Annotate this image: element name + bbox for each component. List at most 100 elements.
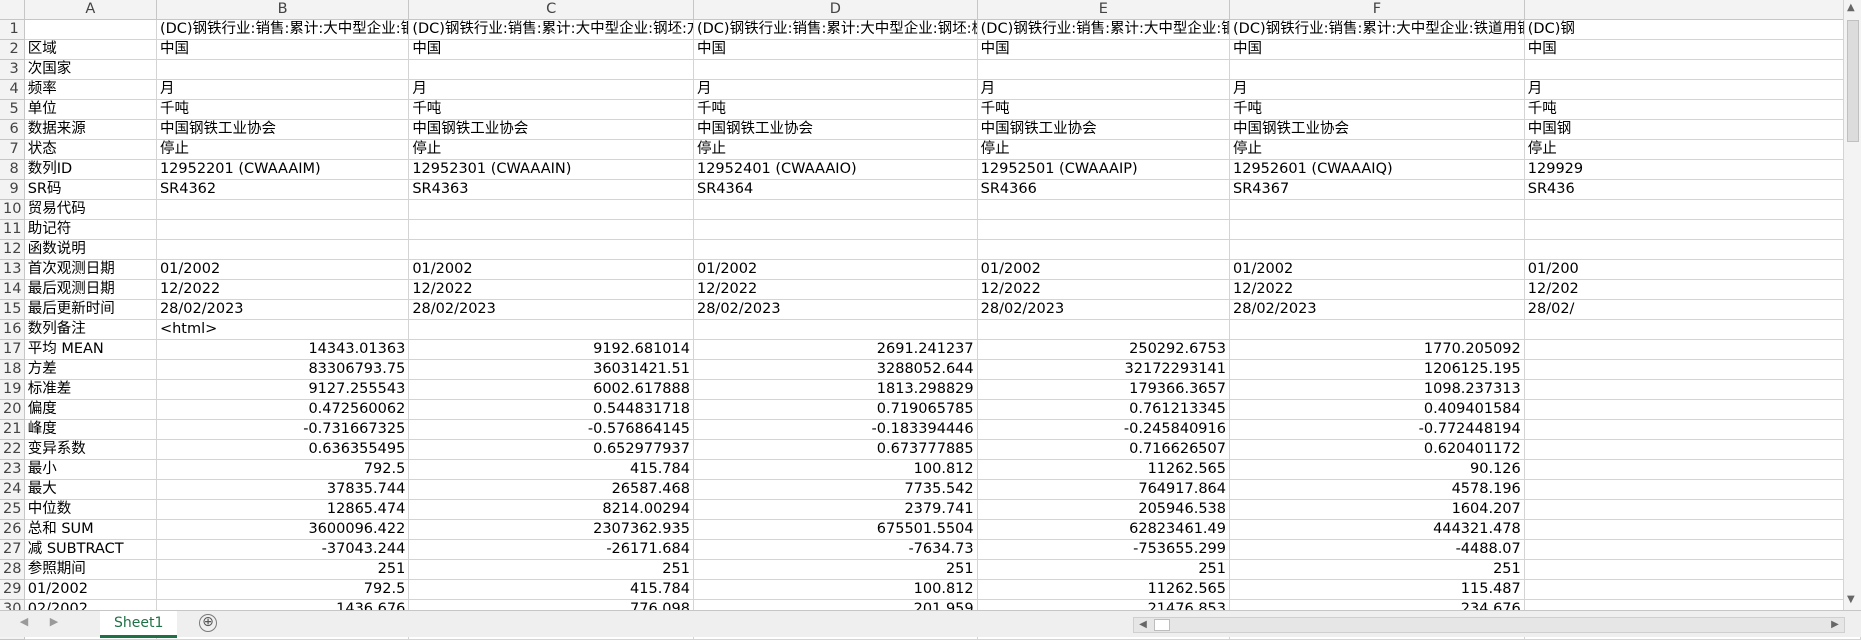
row-header[interactable]: 20	[0, 399, 25, 420]
cell-a16[interactable]: 数列备注	[24, 319, 157, 340]
cell-d16[interactable]	[693, 319, 978, 340]
column-header-b[interactable]: B	[156, 0, 410, 20]
cell-g17[interactable]	[1524, 339, 1861, 360]
cell-g2[interactable]: 中国	[1524, 39, 1861, 60]
cell-b8[interactable]: 12952201 (CWAAAIM)	[156, 159, 410, 180]
cell-a1[interactable]	[24, 19, 157, 40]
cell-b6[interactable]: 中国钢铁工业协会	[156, 119, 410, 140]
cell-g26[interactable]	[1524, 519, 1861, 540]
cell-a4[interactable]: 频率	[24, 79, 157, 100]
next-sheet-icon[interactable]: ▶	[44, 615, 64, 628]
cell-g21[interactable]	[1524, 419, 1861, 440]
cell-b21[interactable]: -0.731667325	[156, 419, 410, 440]
row-header[interactable]: 18	[0, 359, 25, 380]
row-header[interactable]: 19	[0, 379, 25, 400]
cell-c25[interactable]: 8214.00294	[408, 499, 694, 520]
cell-g1[interactable]: (DC)钢	[1524, 19, 1861, 40]
cell-e15[interactable]: 28/02/2023	[977, 299, 1231, 320]
row-header[interactable]: 2	[0, 39, 25, 60]
column-header-f[interactable]: F	[1229, 0, 1525, 20]
cell-a29[interactable]: 01/2002	[24, 579, 157, 600]
cell-e1[interactable]: (DC)钢铁行业:销售:累计:大中型企业:钢材	[977, 19, 1231, 40]
cell-g13[interactable]: 01/200	[1524, 259, 1861, 280]
cell-d23[interactable]: 100.812	[693, 459, 978, 480]
cell-g3[interactable]	[1524, 59, 1861, 80]
cell-d25[interactable]: 2379.741	[693, 499, 978, 520]
cell-e14[interactable]: 12/2022	[977, 279, 1231, 300]
row-header[interactable]: 13	[0, 259, 25, 280]
cell-g22[interactable]	[1524, 439, 1861, 460]
cell-f23[interactable]: 90.126	[1229, 459, 1525, 480]
cell-c24[interactable]: 26587.468	[408, 479, 694, 500]
cell-e20[interactable]: 0.761213345	[977, 399, 1231, 420]
cell-e21[interactable]: -0.245840916	[977, 419, 1231, 440]
cell-a2[interactable]: 区域	[24, 39, 157, 60]
cell-f17[interactable]: 1770.205092	[1229, 339, 1525, 360]
cell-g11[interactable]	[1524, 219, 1861, 240]
cell-c14[interactable]: 12/2022	[408, 279, 694, 300]
cell-d10[interactable]	[693, 199, 978, 220]
cell-f14[interactable]: 12/2022	[1229, 279, 1525, 300]
cell-d4[interactable]: 月	[693, 79, 978, 100]
cell-d28[interactable]: 251	[693, 559, 978, 580]
cell-d17[interactable]: 2691.241237	[693, 339, 978, 360]
cell-c19[interactable]: 6002.617888	[408, 379, 694, 400]
cell-c5[interactable]: 千吨	[408, 99, 694, 120]
cell-c9[interactable]: SR4363	[408, 179, 694, 200]
scroll-down-icon[interactable]: ▼	[1847, 594, 1855, 605]
cell-f25[interactable]: 1604.207	[1229, 499, 1525, 520]
cell-f28[interactable]: 251	[1229, 559, 1525, 580]
cell-e12[interactable]	[977, 239, 1231, 260]
cell-b11[interactable]	[156, 219, 410, 240]
scroll-left-icon[interactable]: ◀	[1136, 618, 1150, 632]
cell-a18[interactable]: 方差	[24, 359, 157, 380]
cell-d21[interactable]: -0.183394446	[693, 419, 978, 440]
cell-g12[interactable]	[1524, 239, 1861, 260]
cell-f26[interactable]: 444321.478	[1229, 519, 1525, 540]
cell-f22[interactable]: 0.620401172	[1229, 439, 1525, 460]
cell-a11[interactable]: 助记符	[24, 219, 157, 240]
cell-b24[interactable]: 37835.744	[156, 479, 410, 500]
row-header[interactable]: 25	[0, 499, 25, 520]
cell-b4[interactable]: 月	[156, 79, 410, 100]
row-header[interactable]: 16	[0, 319, 25, 340]
cell-e9[interactable]: SR4366	[977, 179, 1231, 200]
cell-g24[interactable]	[1524, 479, 1861, 500]
cell-e11[interactable]	[977, 219, 1231, 240]
cell-b10[interactable]	[156, 199, 410, 220]
row-header[interactable]: 14	[0, 279, 25, 300]
column-header-e[interactable]: E	[977, 0, 1231, 20]
cell-e23[interactable]: 11262.565	[977, 459, 1231, 480]
cell-a9[interactable]: SR码	[24, 179, 157, 200]
row-header[interactable]: 4	[0, 79, 25, 100]
row-header[interactable]: 29	[0, 579, 25, 600]
cell-g25[interactable]	[1524, 499, 1861, 520]
cell-c1[interactable]: (DC)钢铁行业:销售:累计:大中型企业:钢坯:方坯	[408, 19, 694, 40]
cell-f6[interactable]: 中国钢铁工业协会	[1229, 119, 1525, 140]
cell-b5[interactable]: 千吨	[156, 99, 410, 120]
cell-g14[interactable]: 12/202	[1524, 279, 1861, 300]
cell-d9[interactable]: SR4364	[693, 179, 978, 200]
cell-e5[interactable]: 千吨	[977, 99, 1231, 120]
cell-f9[interactable]: SR4367	[1229, 179, 1525, 200]
row-header[interactable]: 24	[0, 479, 25, 500]
cell-e27[interactable]: -753655.299	[977, 539, 1231, 560]
cell-g23[interactable]	[1524, 459, 1861, 480]
cell-f24[interactable]: 4578.196	[1229, 479, 1525, 500]
cell-b23[interactable]: 792.5	[156, 459, 410, 480]
cell-f29[interactable]: 115.487	[1229, 579, 1525, 600]
cell-a3[interactable]: 次国家	[24, 59, 157, 80]
cell-d13[interactable]: 01/2002	[693, 259, 978, 280]
cell-e18[interactable]: 32172293141	[977, 359, 1231, 380]
cell-c3[interactable]	[408, 59, 694, 80]
cell-e2[interactable]: 中国	[977, 39, 1231, 60]
cell-a19[interactable]: 标准差	[24, 379, 157, 400]
cell-d7[interactable]: 停止	[693, 139, 978, 160]
cell-a22[interactable]: 变异系数	[24, 439, 157, 460]
cell-b28[interactable]: 251	[156, 559, 410, 580]
cell-g7[interactable]: 停止	[1524, 139, 1861, 160]
cell-e19[interactable]: 179366.3657	[977, 379, 1231, 400]
cell-f10[interactable]	[1229, 199, 1525, 220]
cell-d11[interactable]	[693, 219, 978, 240]
cell-b12[interactable]	[156, 239, 410, 260]
